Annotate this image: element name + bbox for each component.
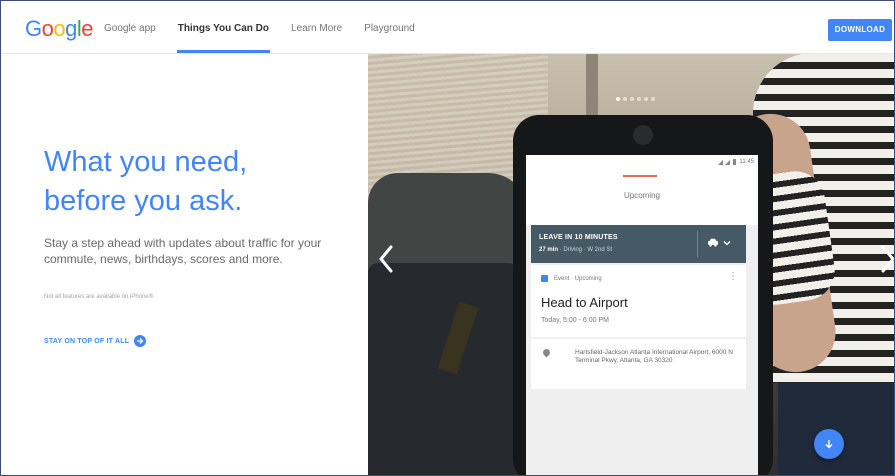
carousel-dot[interactable] (630, 97, 634, 101)
phone-camera (633, 125, 653, 145)
leave-divider (697, 231, 698, 257)
transport-mode-dropdown[interactable] (707, 238, 731, 247)
logo-letter: g (65, 16, 77, 41)
location-address: Hartsfield-Jackson Atlanta International… (575, 349, 733, 364)
arrow-right-circle-icon (134, 335, 147, 347)
hero-carousel: 11:45 Upcoming LEAVE IN 10 MINUTES 27 mi… (368, 53, 894, 475)
upcoming-label: Upcoming (623, 191, 660, 200)
phone-screen: 11:45 Upcoming LEAVE IN 10 MINUTES 27 mi… (526, 155, 758, 475)
carousel-next-button[interactable] (876, 243, 894, 275)
leave-duration: 27 min (539, 247, 559, 253)
location-card[interactable]: Hartsfield-Jackson Atlanta International… (531, 339, 746, 389)
browser-viewport: Google Google app Things You Can Do Lear… (0, 0, 895, 476)
event-time: Today, 5:00 - 6:00 PM (541, 317, 609, 324)
upcoming-header: Upcoming (526, 169, 758, 225)
event-type-label: Event · Upcoming (554, 275, 602, 282)
chevron-down-icon (723, 240, 731, 245)
arrow-down-icon (825, 440, 833, 449)
nav-item-things-you-can-do[interactable]: Things You Can Do (176, 1, 271, 53)
hero-footnote: Not all features are available on iPhone… (44, 294, 155, 300)
logo-letter: G (25, 16, 42, 41)
carousel-prev-button[interactable] (374, 243, 398, 275)
main-nav: Google app Things You Can Do Learn More … (104, 1, 437, 53)
download-button[interactable]: DOWNLOAD (828, 19, 892, 41)
nav-item-playground[interactable]: Playground (364, 1, 415, 53)
carousel-dot[interactable] (616, 97, 620, 101)
hero-description: Stay a step ahead with updates about tra… (44, 236, 322, 266)
nav-item-google-app[interactable]: Google app (104, 1, 156, 53)
hero-text-panel: What you need, before you ask. Stay a st… (1, 53, 368, 475)
logo-letter: o (53, 16, 66, 41)
hero-headline-line-1: What you need, (44, 146, 248, 178)
logo-letter: e (81, 16, 94, 41)
event-meta: Event · Upcoming (541, 275, 602, 282)
calendar-icon (541, 275, 548, 282)
wifi-icon (718, 159, 724, 165)
hero-headline: What you need, before you ask. (44, 143, 354, 221)
carousel-dot[interactable] (623, 97, 627, 101)
upcoming-accent-line (623, 175, 657, 177)
carousel-dot[interactable] (637, 97, 641, 101)
event-title: Head to Airport (541, 295, 628, 310)
leave-title: LEAVE IN 10 MINUTES (539, 234, 618, 241)
leave-alert-card[interactable]: LEAVE IN 10 MINUTES 27 min · Driving · W… (531, 225, 746, 263)
phone-mockup: 11:45 Upcoming LEAVE IN 10 MINUTES 27 mi… (513, 115, 773, 475)
car-icon (708, 238, 718, 247)
phone-status-bar: 11:45 (526, 155, 758, 169)
scroll-down-button[interactable] (814, 429, 844, 459)
nav-item-learn-more[interactable]: Learn More (291, 1, 342, 53)
chevron-right-icon (881, 245, 894, 273)
logo-letter: o (41, 16, 54, 41)
status-time: 11:45 (739, 159, 754, 165)
carousel-dot[interactable] (651, 97, 655, 101)
more-vert-icon[interactable]: ⋮ (728, 272, 738, 282)
location-pin-icon (541, 347, 552, 358)
google-logo[interactable]: Google (25, 16, 94, 42)
stay-on-top-link[interactable]: STAY ON TOP OF IT ALL (44, 335, 147, 347)
chevron-left-icon (379, 245, 393, 273)
signal-icon (725, 159, 731, 165)
cta-label: STAY ON TOP OF IT ALL (44, 337, 130, 345)
event-card[interactable]: Event · Upcoming ⋮ Head to Airport Today… (531, 265, 746, 337)
leave-details: 27 min · Driving · W 2nd St (539, 247, 612, 253)
battery-icon (733, 159, 737, 165)
leave-route: · Driving · W 2nd St (558, 247, 613, 253)
hero-headline-line-2: before you ask. (44, 185, 243, 217)
top-navigation-bar: Google Google app Things You Can Do Lear… (1, 1, 894, 54)
carousel-indicators (616, 97, 658, 101)
carousel-dot[interactable] (644, 97, 648, 101)
